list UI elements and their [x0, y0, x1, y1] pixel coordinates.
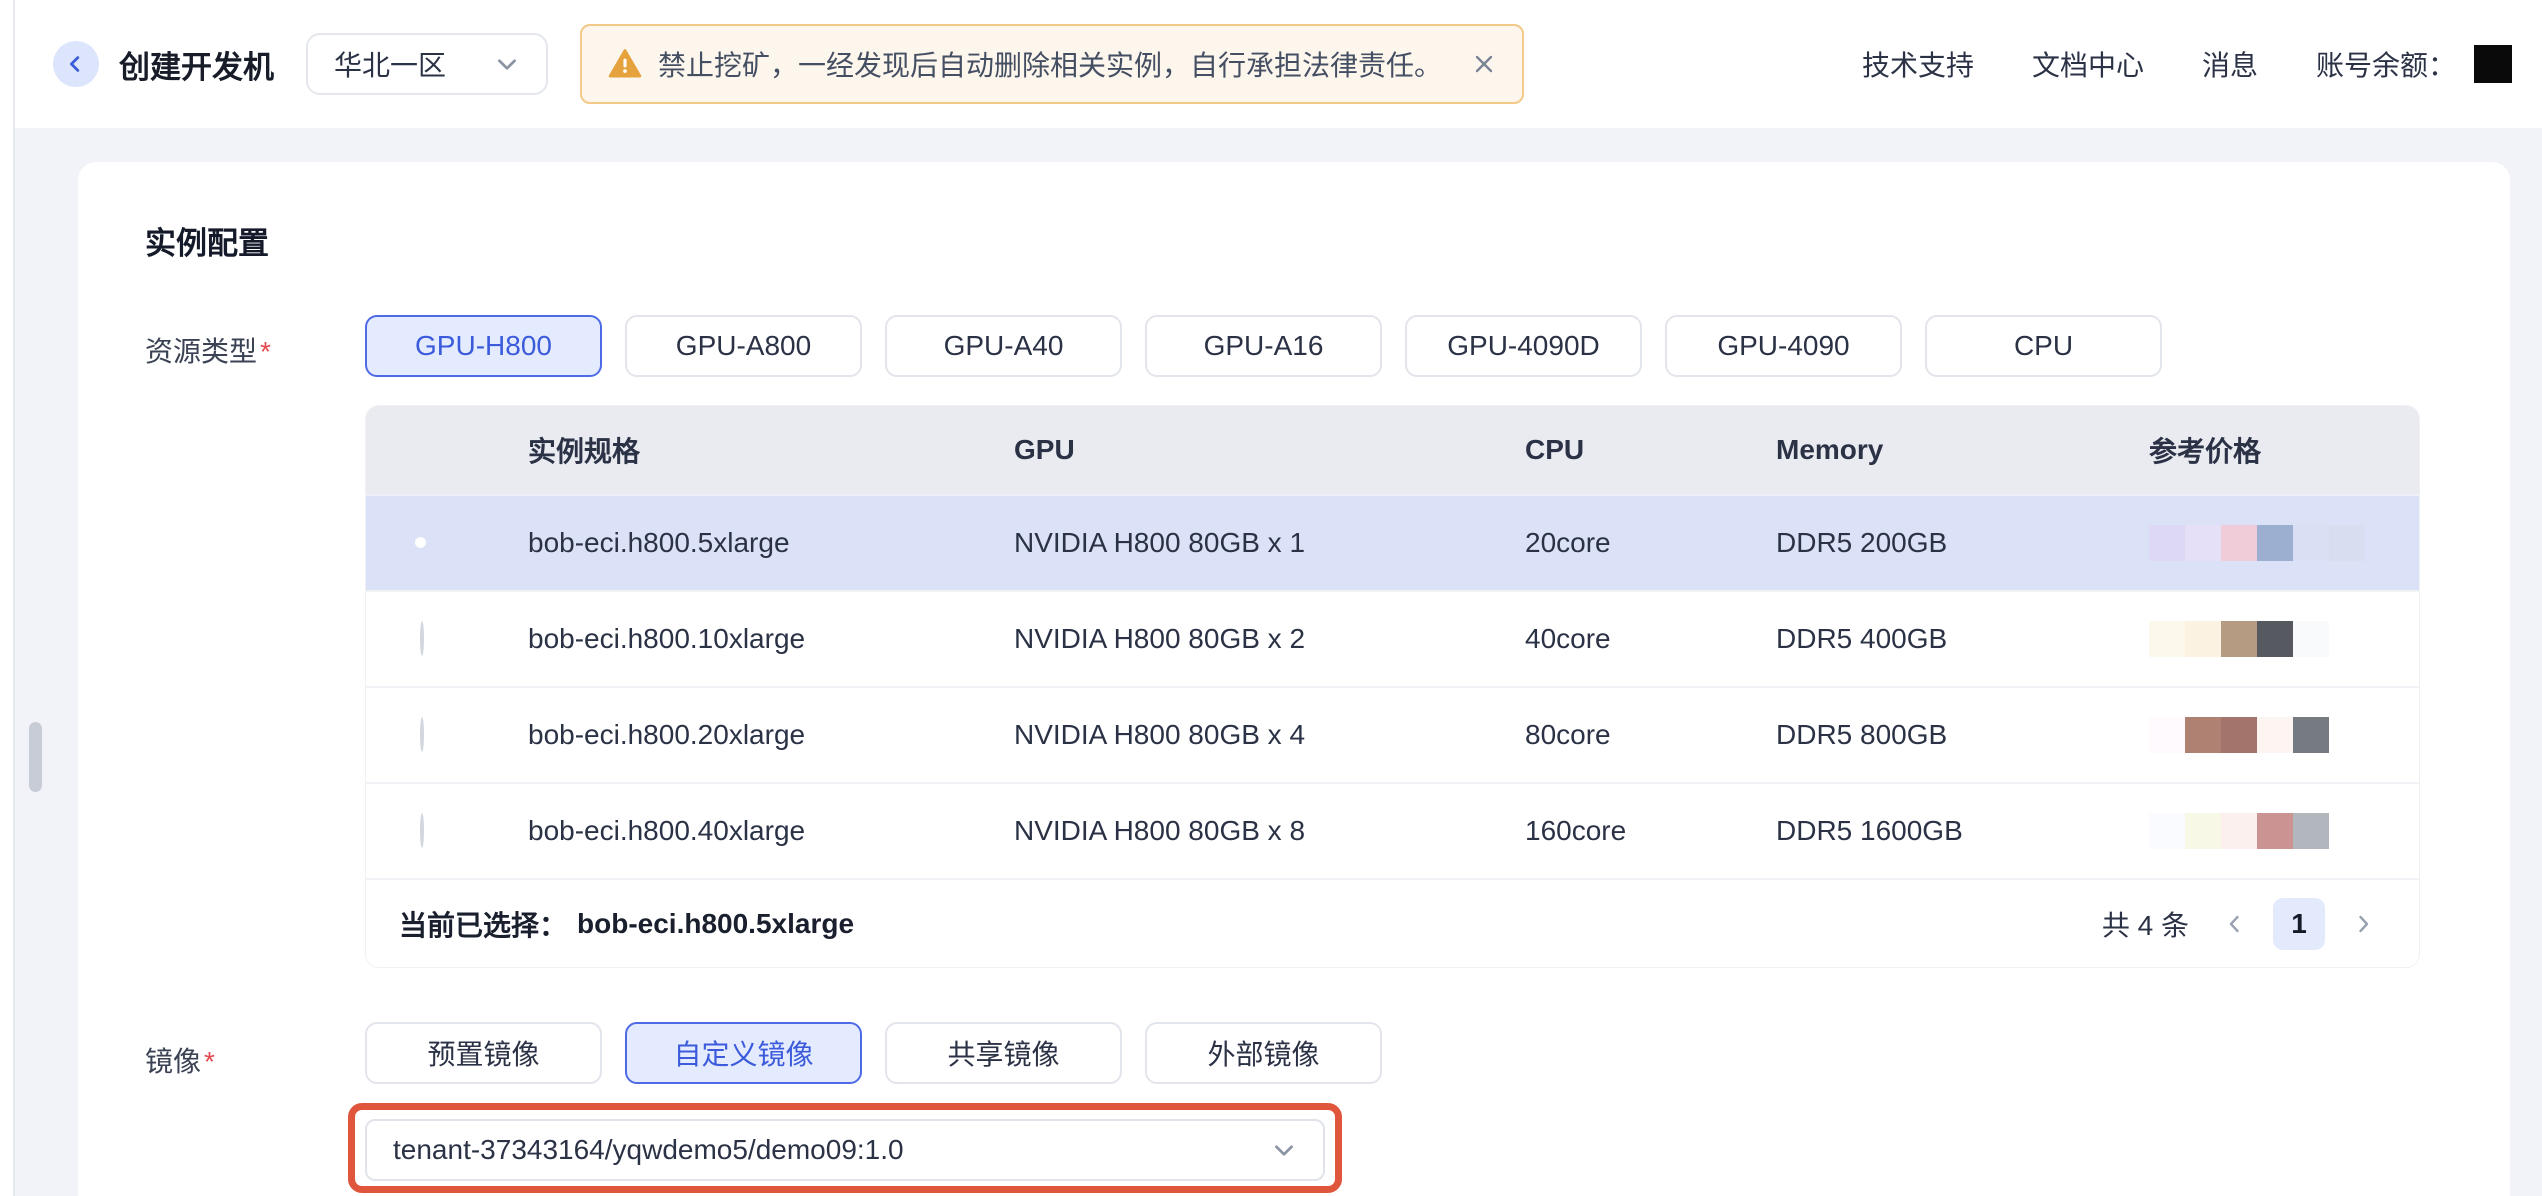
cell-gpu: NVIDIA H800 80GB x 8 [1014, 815, 1525, 847]
radio-unselected[interactable] [420, 813, 424, 848]
cell-cpu: 20core [1525, 527, 1776, 559]
red-annotation-highlight: tenant-37343164/yqwdemo5/demo09:1.0 [348, 1103, 1342, 1193]
price-redacted [2149, 525, 2419, 561]
cell-memory: DDR5 1600GB [1776, 815, 2149, 847]
warning-banner: 禁止挖矿，一经发现后自动删除相关实例，自行承担法律责任。 [580, 24, 1524, 104]
resource-option-cpu[interactable]: CPU [1925, 315, 2162, 377]
table-row[interactable]: bob-eci.h800.40xlarge NVIDIA H800 80GB x… [366, 782, 2419, 878]
resource-option-gpu-a800[interactable]: GPU-A800 [625, 315, 862, 377]
cell-spec: bob-eci.h800.5xlarge [528, 527, 1014, 559]
tab-preset-image[interactable]: 预置镜像 [365, 1022, 602, 1084]
required-mark: * [260, 336, 271, 367]
tab-shared-image[interactable]: 共享镜像 [885, 1022, 1122, 1084]
col-memory: Memory [1776, 434, 2149, 466]
cell-cpu: 40core [1525, 623, 1776, 655]
custom-image-select[interactable]: tenant-37343164/yqwdemo5/demo09:1.0 [365, 1119, 1325, 1181]
custom-image-select-value: tenant-37343164/yqwdemo5/demo09:1.0 [393, 1134, 904, 1166]
spec-table: 实例规格 GPU CPU Memory 参考价格 bob-eci.h800.5x… [365, 405, 2420, 968]
tab-custom-image[interactable]: 自定义镜像 [625, 1022, 862, 1084]
cell-gpu: NVIDIA H800 80GB x 1 [1014, 527, 1525, 559]
cell-cpu: 80core [1525, 719, 1776, 751]
spec-table-header: 实例规格 GPU CPU Memory 参考价格 [366, 406, 2419, 494]
image-label: 镜像* [145, 1040, 215, 1080]
cell-cpu: 160core [1525, 815, 1776, 847]
chevron-down-icon [494, 51, 520, 77]
resource-type-label: 资源类型* [145, 330, 271, 370]
table-row[interactable]: bob-eci.h800.20xlarge NVIDIA H800 80GB x… [366, 686, 2419, 782]
warning-triangle-icon [608, 47, 642, 81]
cell-spec: bob-eci.h800.20xlarge [528, 719, 1014, 751]
resource-option-gpu-h800[interactable]: GPU-H800 [365, 315, 602, 377]
resource-option-gpu-4090[interactable]: GPU-4090 [1665, 315, 1902, 377]
cell-spec: bob-eci.h800.40xlarge [528, 815, 1014, 847]
resource-type-options: GPU-H800 GPU-A800 GPU-A40 GPU-A16 GPU-40… [365, 315, 2162, 377]
link-messages[interactable]: 消息 [2202, 44, 2258, 84]
price-redacted [2149, 813, 2419, 849]
scrollbar-thumb[interactable] [29, 722, 42, 792]
chevron-left-icon [65, 53, 87, 75]
link-tech-support[interactable]: 技术支持 [1862, 44, 1974, 84]
region-selector-value: 华北一区 [334, 44, 446, 84]
prev-page-button[interactable] [2223, 912, 2247, 936]
table-row[interactable]: bob-eci.h800.5xlarge NVIDIA H800 80GB x … [366, 494, 2419, 590]
col-cpu: CPU [1525, 434, 1776, 466]
current-page[interactable]: 1 [2273, 898, 2325, 950]
cell-memory: DDR5 400GB [1776, 623, 2149, 655]
region-selector[interactable]: 华北一区 [306, 33, 548, 95]
price-redacted [2149, 717, 2419, 753]
pagination: 1 [2223, 898, 2375, 950]
image-tabs: 预置镜像 自定义镜像 共享镜像 外部镜像 [365, 1022, 1382, 1084]
topbar-links: 技术支持 文档中心 消息 账号余额： [1862, 44, 2512, 84]
col-price: 参考价格 [2149, 430, 2419, 470]
page-title: 创建开发机 [119, 42, 274, 87]
col-spec: 实例规格 [528, 430, 1014, 470]
topbar: 创建开发机 华北一区 禁止挖矿，一经发现后自动删除相关实例，自行承担法律责任。 … [15, 0, 2542, 128]
cell-gpu: NVIDIA H800 80GB x 4 [1014, 719, 1525, 751]
required-mark: * [204, 1046, 215, 1077]
create-devmachine-screen: 创建开发机 华北一区 禁止挖矿，一经发现后自动删除相关实例，自行承担法律责任。 … [0, 0, 2542, 1196]
resource-option-gpu-4090d[interactable]: GPU-4090D [1405, 315, 1642, 377]
back-button[interactable] [53, 41, 99, 87]
selected-value: bob-eci.h800.5xlarge [577, 908, 854, 940]
price-redacted [2149, 621, 2419, 657]
balance-redacted-block [2474, 45, 2512, 83]
resource-option-gpu-a16[interactable]: GPU-A16 [1145, 315, 1382, 377]
spec-table-footer: 当前已选择： bob-eci.h800.5xlarge 共 4 条 1 [366, 878, 2419, 967]
cell-spec: bob-eci.h800.10xlarge [528, 623, 1014, 655]
chevron-down-icon [1271, 1137, 1297, 1163]
table-row[interactable]: bob-eci.h800.10xlarge NVIDIA H800 80GB x… [366, 590, 2419, 686]
total-count: 共 4 条 [2102, 904, 2189, 944]
col-gpu: GPU [1014, 434, 1525, 466]
tab-external-image[interactable]: 外部镜像 [1145, 1022, 1382, 1084]
radio-unselected[interactable] [420, 717, 424, 752]
account-balance: 账号余额： [2316, 44, 2512, 84]
link-doc-center[interactable]: 文档中心 [2032, 44, 2144, 84]
resource-option-gpu-a40[interactable]: GPU-A40 [885, 315, 1122, 377]
cell-gpu: NVIDIA H800 80GB x 2 [1014, 623, 1525, 655]
radio-unselected[interactable] [420, 621, 424, 656]
account-balance-label: 账号余额： [2316, 44, 2456, 84]
section-title: 实例配置 [145, 218, 269, 263]
instance-config-card: 实例配置 资源类型* GPU-H800 GPU-A800 GPU-A40 GPU… [78, 162, 2510, 1196]
warning-close-button[interactable] [1472, 52, 1496, 76]
warning-text: 禁止挖矿，一经发现后自动删除相关实例，自行承担法律责任。 [658, 44, 1442, 84]
next-page-button[interactable] [2351, 912, 2375, 936]
cell-memory: DDR5 800GB [1776, 719, 2149, 751]
selected-label: 当前已选择： [399, 904, 567, 944]
cell-memory: DDR5 200GB [1776, 527, 2149, 559]
